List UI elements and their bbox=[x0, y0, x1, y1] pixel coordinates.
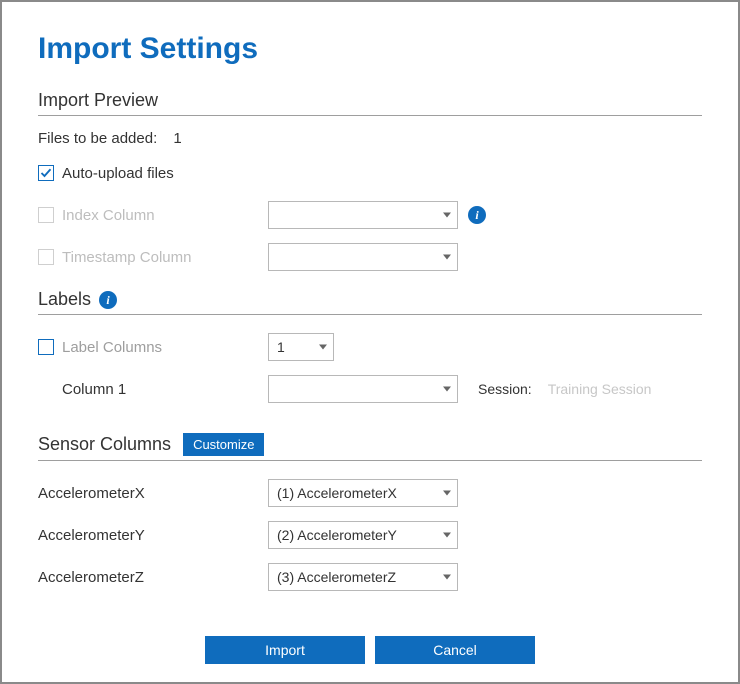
info-icon[interactable]: i bbox=[99, 291, 117, 309]
timestamp-column-select[interactable] bbox=[268, 243, 458, 271]
section-heading-sensor-text: Sensor Columns bbox=[38, 434, 171, 455]
label-columns-count-value: 1 bbox=[277, 339, 285, 355]
chevron-down-icon bbox=[443, 213, 451, 218]
auto-upload-checkbox[interactable] bbox=[38, 165, 54, 181]
section-rule bbox=[38, 314, 702, 315]
cancel-button[interactable]: Cancel bbox=[375, 636, 535, 664]
chevron-down-icon bbox=[319, 345, 327, 350]
sensor-name: AccelerometerX bbox=[38, 485, 145, 502]
timestamp-column-label: Timestamp Column bbox=[62, 249, 191, 266]
sensor-row: AccelerometerX (1) AccelerometerX bbox=[38, 475, 702, 511]
customize-button[interactable]: Customize bbox=[183, 433, 264, 456]
section-rule bbox=[38, 460, 702, 461]
section-heading-preview: Import Preview bbox=[38, 90, 702, 111]
sensor-name: AccelerometerY bbox=[38, 527, 145, 544]
sensor-select-accelerometerx[interactable]: (1) AccelerometerX bbox=[268, 479, 458, 507]
sensor-row: AccelerometerY (2) AccelerometerY bbox=[38, 517, 702, 553]
dialog-button-bar: Import Cancel bbox=[2, 636, 738, 664]
index-column-label: Index Column bbox=[62, 207, 155, 224]
sensor-select-value: (1) AccelerometerX bbox=[277, 485, 397, 501]
timestamp-column-checkbox[interactable] bbox=[38, 249, 54, 265]
column1-select[interactable] bbox=[268, 375, 458, 403]
files-to-be-added: Files to be added: 1 bbox=[38, 130, 702, 147]
label-columns-checkbox[interactable] bbox=[38, 339, 54, 355]
label-columns-label: Label Columns bbox=[62, 339, 162, 356]
sensor-select-accelerometery[interactable]: (2) AccelerometerY bbox=[268, 521, 458, 549]
chevron-down-icon bbox=[443, 575, 451, 580]
column1-label: Column 1 bbox=[62, 381, 126, 398]
section-heading-preview-text: Import Preview bbox=[38, 90, 158, 111]
chevron-down-icon bbox=[443, 491, 451, 496]
files-count: 1 bbox=[173, 130, 181, 147]
index-column-select[interactable] bbox=[268, 201, 458, 229]
info-icon[interactable]: i bbox=[468, 206, 486, 224]
sensor-row: AccelerometerZ (3) AccelerometerZ bbox=[38, 559, 702, 595]
section-heading-labels: Labels i bbox=[38, 289, 702, 310]
dialog-title: Import Settings bbox=[38, 32, 702, 66]
index-column-checkbox[interactable] bbox=[38, 207, 54, 223]
sensor-name: AccelerometerZ bbox=[38, 569, 144, 586]
files-label: Files to be added: bbox=[38, 130, 157, 147]
sensor-select-value: (3) AccelerometerZ bbox=[277, 569, 396, 585]
section-heading-labels-text: Labels bbox=[38, 289, 91, 310]
session-value: Training Session bbox=[548, 381, 652, 397]
import-settings-dialog: Import Settings Import Preview Files to … bbox=[0, 0, 740, 684]
label-columns-count-select[interactable]: 1 bbox=[268, 333, 334, 361]
sensor-select-accelerometerz[interactable]: (3) AccelerometerZ bbox=[268, 563, 458, 591]
chevron-down-icon bbox=[443, 255, 451, 260]
section-rule bbox=[38, 115, 702, 116]
import-button[interactable]: Import bbox=[205, 636, 365, 664]
auto-upload-label: Auto-upload files bbox=[62, 165, 174, 182]
chevron-down-icon bbox=[443, 387, 451, 392]
session-label: Session: bbox=[478, 381, 532, 397]
section-heading-sensor: Sensor Columns Customize bbox=[38, 433, 702, 456]
sensor-select-value: (2) AccelerometerY bbox=[277, 527, 397, 543]
chevron-down-icon bbox=[443, 533, 451, 538]
